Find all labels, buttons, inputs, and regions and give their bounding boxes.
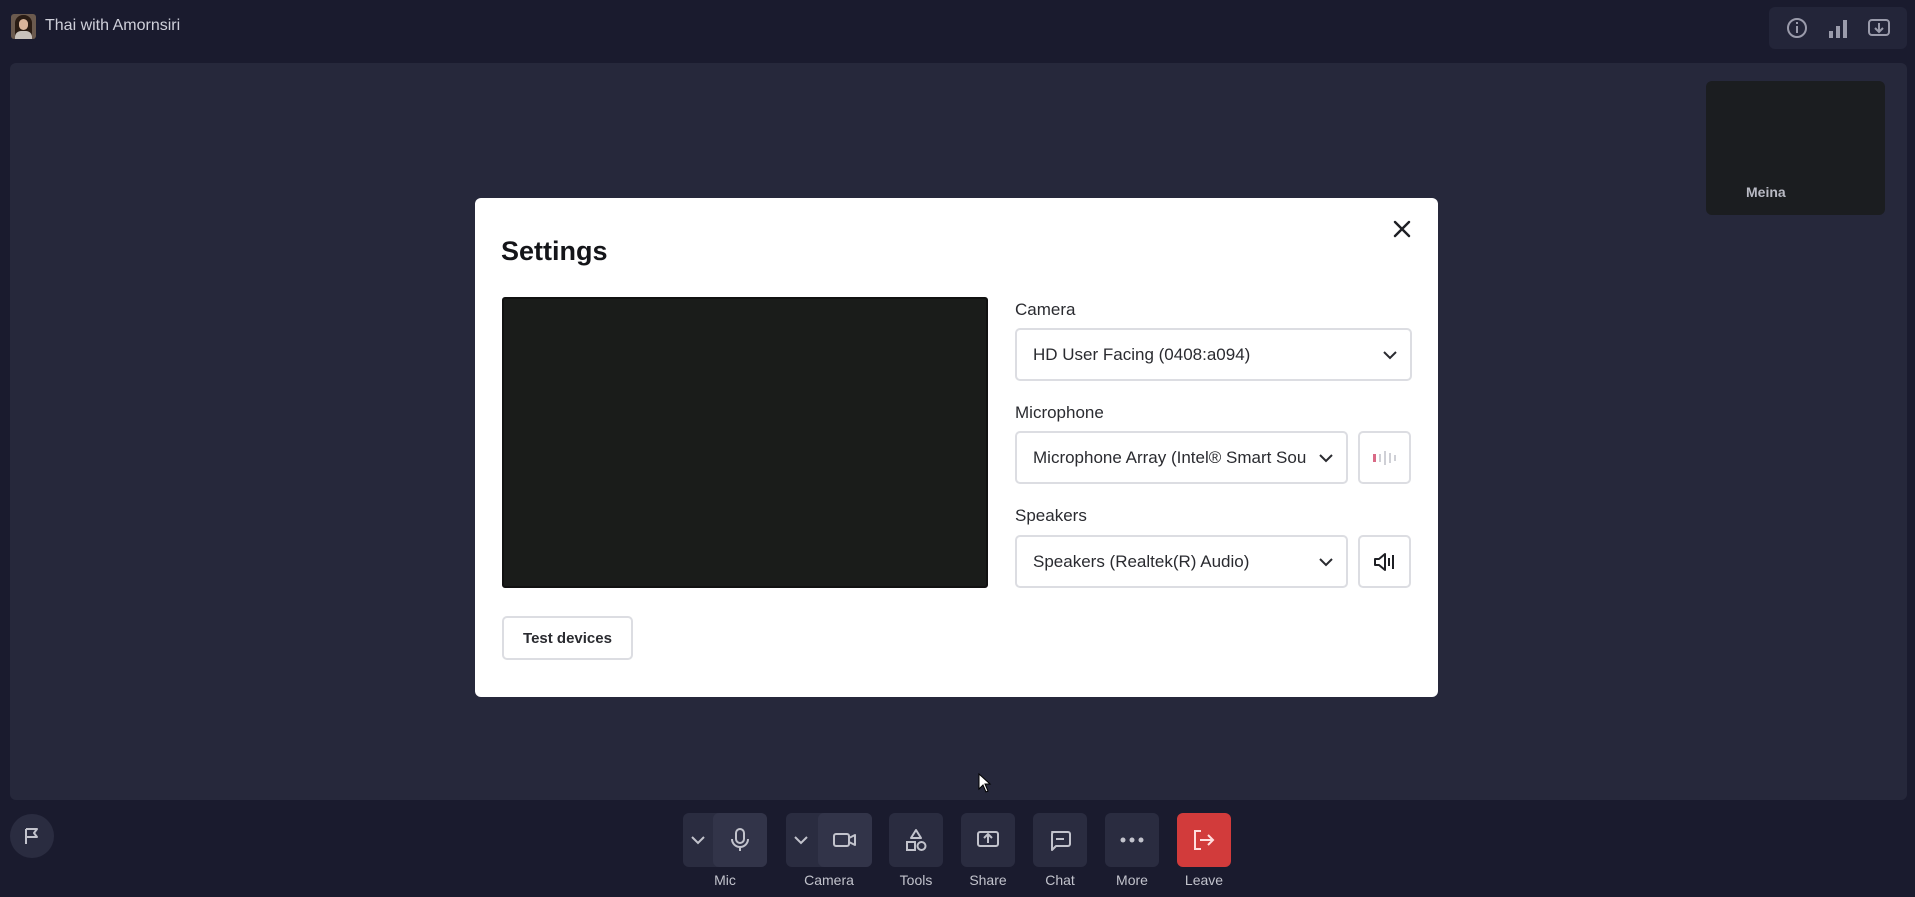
leave-button[interactable] (1177, 813, 1231, 867)
tools-button[interactable] (889, 813, 943, 867)
audio-level-icon (1372, 450, 1396, 465)
shapes-icon (906, 829, 927, 851)
camera-select[interactable]: HD User Facing (0408:a094) (1015, 328, 1412, 381)
chevron-down-icon (794, 836, 808, 845)
mic-button[interactable] (713, 813, 767, 867)
camera-select-value: HD User Facing (0408:a094) (1033, 344, 1251, 364)
test-devices-button[interactable]: Test devices (502, 616, 633, 660)
camera-preview (502, 297, 988, 588)
settings-title: Settings (501, 236, 608, 266)
microphone-label: Microphone (1015, 403, 1104, 422)
tools-label: Tools (899, 872, 933, 888)
speakers-label: Speakers (1015, 506, 1087, 525)
more-label: More (1116, 872, 1148, 888)
mic-control (683, 813, 767, 867)
mic-label: Mic (714, 872, 736, 888)
participant-tile[interactable]: Meina (1706, 81, 1885, 215)
participant-name: Meina (1746, 184, 1786, 200)
camera-button[interactable] (818, 813, 872, 867)
mouse-cursor-icon (978, 773, 992, 793)
exit-icon (1194, 830, 1215, 850)
test-speaker-button[interactable] (1358, 535, 1411, 588)
chat-button[interactable] (1033, 813, 1087, 867)
camera-control (786, 813, 872, 867)
more-button[interactable] (1105, 813, 1159, 867)
mic-level-meter (1358, 431, 1411, 484)
screen-share-icon (977, 831, 999, 847)
info-icon[interactable] (1783, 14, 1811, 42)
host-avatar (11, 14, 36, 39)
camera-label: Camera (804, 872, 854, 888)
mic-options-button[interactable] (691, 832, 705, 850)
camera-label: Camera (1015, 300, 1076, 319)
network-stats-icon[interactable] (1824, 14, 1852, 42)
report-button[interactable] (10, 814, 54, 858)
microphone-select[interactable]: Microphone Array (Intel® Smart Sound Tec… (1015, 431, 1348, 484)
meeting-title: Thai with Amornsiri (45, 17, 181, 34)
camera-options-button[interactable] (794, 832, 808, 850)
chevron-down-icon (691, 836, 705, 845)
recording-download-icon[interactable] (1865, 14, 1893, 42)
chevron-down-icon (1306, 557, 1346, 567)
top-right-icons (1769, 7, 1907, 49)
chat-bubble-icon (1051, 831, 1071, 851)
speakers-select[interactable]: Speakers (Realtek(R) Audio) (1015, 535, 1348, 588)
speaker-icon (1373, 552, 1394, 571)
speakers-select-value: Speakers (Realtek(R) Audio) (1033, 551, 1250, 571)
share-label: Share (969, 872, 1007, 888)
chevron-down-icon (1306, 453, 1346, 463)
chevron-down-icon (1370, 350, 1410, 360)
microphone-select-value: Microphone Array (Intel® Smart Sound Tec… (1033, 447, 1306, 467)
microphone-icon (731, 828, 749, 851)
top-bar: Thai with Amornsiri (0, 0, 1915, 58)
chat-label: Chat (1045, 872, 1075, 888)
leave-label: Leave (1184, 872, 1224, 888)
close-icon (1393, 220, 1411, 238)
flag-icon (25, 828, 38, 844)
close-button[interactable] (1391, 218, 1413, 240)
video-camera-icon (833, 833, 856, 847)
settings-dialog: Settings Camera HD User Facing (0408:a09… (475, 198, 1438, 697)
more-dots-icon (1120, 837, 1144, 843)
share-button[interactable] (961, 813, 1015, 867)
